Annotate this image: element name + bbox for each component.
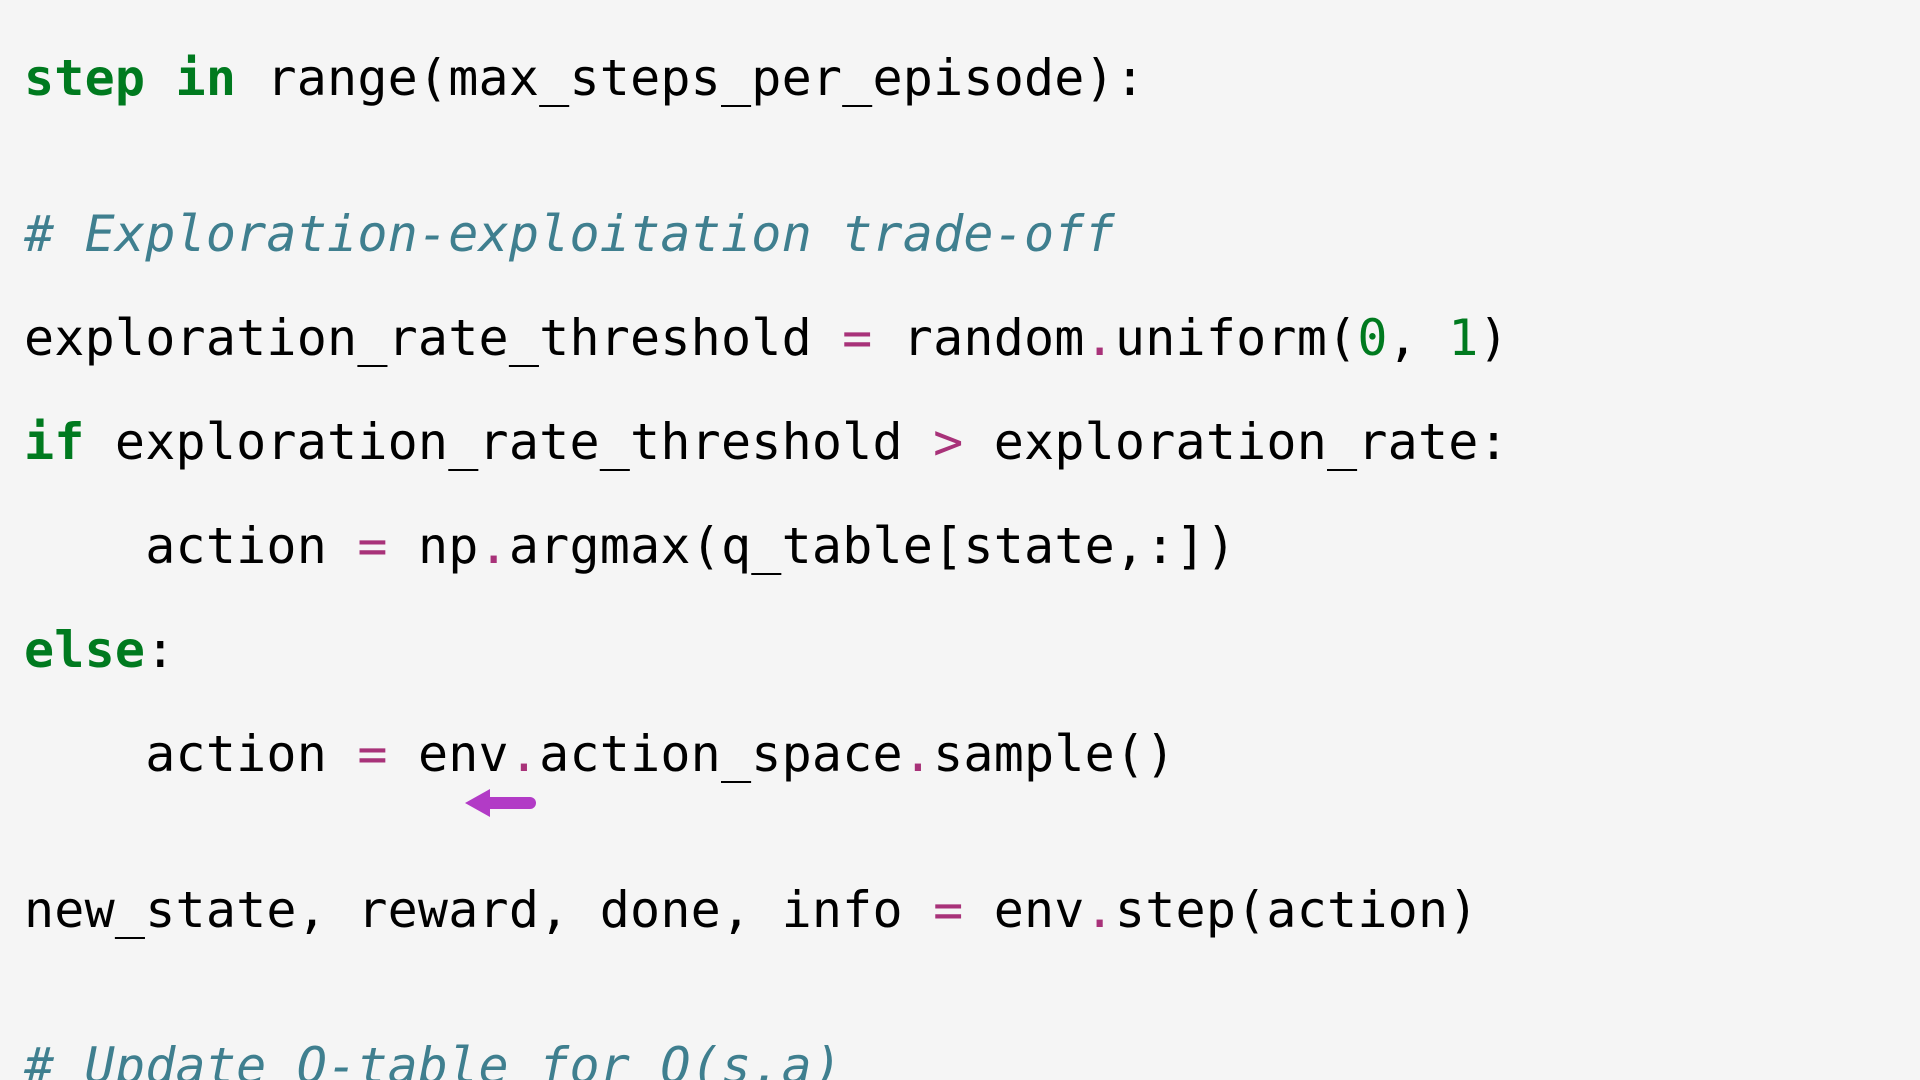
txt: random: [872, 309, 1084, 367]
code-line-6: else:: [24, 624, 1920, 676]
txt: step(action): [1115, 881, 1479, 939]
kw-else: else: [24, 621, 145, 679]
op-dot: .: [509, 725, 539, 783]
txt: exploration_rate_threshold: [85, 413, 933, 471]
code-line-5: action = np.argmax(q_table[state,:]): [24, 520, 1920, 572]
txt: exploration_rate:: [963, 413, 1508, 471]
txt: env: [388, 725, 509, 783]
op-dot: .: [1085, 881, 1115, 939]
txt: argmax(q_table[state,:]): [509, 517, 1236, 575]
txt: exploration_rate_threshold: [24, 309, 842, 367]
txt: env: [963, 881, 1084, 939]
txt: :: [145, 621, 175, 679]
kw-if: if: [24, 413, 85, 471]
code-line-3: exploration_rate_threshold = random.unif…: [24, 312, 1920, 364]
txt: range(max_steps_per_episode):: [266, 49, 1145, 107]
code-line-0: step in range(max_steps_per_episode):: [24, 52, 1920, 104]
kw-in: in: [145, 49, 266, 107]
op-eq: =: [357, 517, 387, 575]
op-gt: >: [933, 413, 963, 471]
comment-qtable: # Update Q-table for Q(s,a): [24, 1040, 1920, 1080]
op-dot: .: [1085, 309, 1115, 367]
op-eq: =: [933, 881, 963, 939]
code-line-9: new_state, reward, done, info = env.step…: [24, 884, 1920, 936]
op-dot: .: [479, 517, 509, 575]
code-block: step in range(max_steps_per_episode): # …: [0, 0, 1920, 1080]
num-0: 0: [1357, 309, 1387, 367]
txt: action_space: [539, 725, 903, 783]
txt: ): [1479, 309, 1509, 367]
txt: uniform(: [1115, 309, 1357, 367]
comment-exploration: # Exploration-exploitation trade-off: [24, 208, 1920, 260]
op-eq: =: [842, 309, 872, 367]
kw-step: step: [24, 49, 145, 107]
code-line-7: action = env.action_space.sample(): [24, 728, 1920, 780]
op-eq: =: [357, 725, 387, 783]
txt: new_state, reward, done, info: [24, 881, 933, 939]
code-line-4: if exploration_rate_threshold > explorat…: [24, 416, 1920, 468]
num-1: 1: [1448, 309, 1478, 367]
txt: action: [24, 517, 357, 575]
txt: action: [24, 725, 357, 783]
txt: np: [388, 517, 479, 575]
txt: sample(): [933, 725, 1175, 783]
txt: ,: [1388, 309, 1449, 367]
op-dot: .: [903, 725, 933, 783]
arrow-left-icon: [460, 783, 540, 823]
